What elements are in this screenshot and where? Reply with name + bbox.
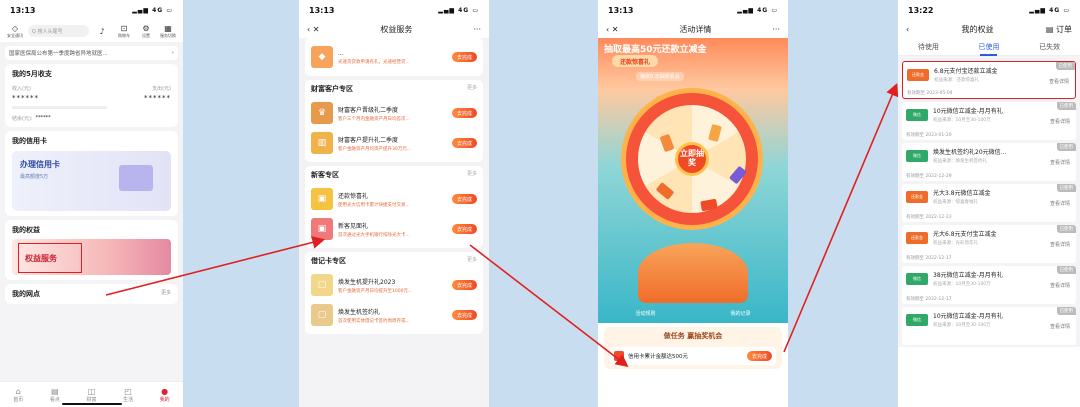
arrow-2 <box>469 244 629 367</box>
arrow-1 <box>105 236 326 296</box>
arrow-3 <box>783 83 899 353</box>
annotation-arrows <box>105 83 899 367</box>
